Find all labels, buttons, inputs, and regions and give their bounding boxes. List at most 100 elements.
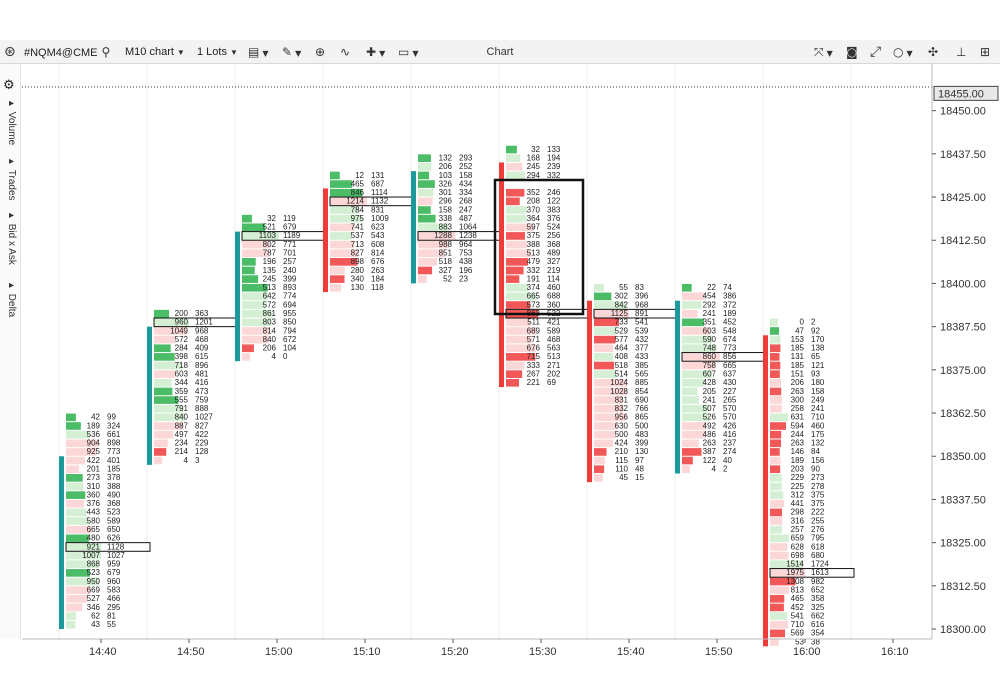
volume-bar xyxy=(770,353,780,361)
volume-bar xyxy=(66,422,81,430)
volume-bar xyxy=(682,318,705,327)
footprint-chart[interactable]: 42 99189 324536 661904 898925 773422 401201 185… xyxy=(22,64,1000,664)
volume-bar xyxy=(682,292,705,301)
ask-volume: 278 xyxy=(811,482,825,491)
volume-bar xyxy=(770,594,785,603)
timeframe-dropdown[interactable]: M10 chart ▼ xyxy=(125,40,185,64)
bid-volume: 203 xyxy=(791,465,805,474)
bid-volume: 4 xyxy=(184,456,189,465)
ask-volume: 83 xyxy=(635,283,644,292)
volume-bar xyxy=(242,353,251,361)
camera-icon[interactable]: ◙ xyxy=(846,40,858,64)
cursor-mode-icon[interactable]: ⤧ ▼ xyxy=(814,40,833,64)
bid-volume: 316 xyxy=(791,516,805,525)
ask-volume: 185 xyxy=(107,465,121,474)
volume-bar xyxy=(418,197,433,206)
ask-volume: 399 xyxy=(283,274,297,283)
volume-bar xyxy=(418,162,432,171)
link-icon[interactable]: ⊛ xyxy=(4,40,16,64)
bid-volume: 898 xyxy=(351,257,365,266)
candle-body xyxy=(763,335,768,647)
ask-volume: 368 xyxy=(547,240,561,249)
indicators-icon[interactable]: ∿ xyxy=(340,40,350,64)
symbol-selector[interactable]: #NQM4@CME ⚲ xyxy=(24,40,110,64)
price-tick-label: 18325.00 xyxy=(940,538,986,550)
volume-bar xyxy=(506,378,520,387)
zoom-icon[interactable]: ⊕ xyxy=(315,40,325,64)
volume-bar xyxy=(770,378,781,387)
dock-icon[interactable]: ⊞ xyxy=(980,40,990,64)
fullscreen-icon[interactable]: ⤢ xyxy=(870,40,881,64)
bid-volume: 298 xyxy=(791,508,805,517)
volume-bar xyxy=(66,612,76,620)
search-icon[interactable]: ⚲ xyxy=(102,45,111,59)
volume-bar xyxy=(770,603,784,612)
bid-volume: 388 xyxy=(527,240,541,249)
time-tick-label: 14:50 xyxy=(177,646,205,658)
volume-bar xyxy=(770,620,789,629)
time-tick-label: 15:20 xyxy=(441,646,469,658)
time-tick-label: 15:50 xyxy=(705,646,733,658)
lots-dropdown[interactable]: 1 Lots ▼ xyxy=(197,40,238,64)
volume-bar xyxy=(154,344,171,353)
tab-volume-label: Volume xyxy=(6,111,17,146)
price-tick-label: 18400.00 xyxy=(940,278,986,290)
volume-bar xyxy=(770,551,789,560)
candle-body xyxy=(147,326,152,465)
volume-bar xyxy=(506,266,524,275)
volume-bar xyxy=(154,309,170,318)
volume-bar xyxy=(418,180,435,188)
ask-volume: 701 xyxy=(283,249,297,258)
price-tick-label: 18450.00 xyxy=(940,106,986,118)
bid-volume: 191 xyxy=(527,274,541,283)
ask-volume: 490 xyxy=(107,490,121,499)
tab-volume[interactable]: ▸ Volume xyxy=(3,98,17,145)
tab-trades[interactable]: ▸ Trades xyxy=(3,156,17,201)
volume-bar xyxy=(594,335,616,344)
crosshair-icon[interactable]: ✚ ▼ xyxy=(366,40,385,64)
bid-volume: 443 xyxy=(87,508,101,517)
bid-volume: 115 xyxy=(615,456,628,465)
pencil-icon[interactable]: ✎ ▼ xyxy=(282,40,301,64)
time-tick-label: 15:00 xyxy=(265,646,293,658)
volume-bar xyxy=(66,482,84,491)
pin-icon[interactable]: ⊥ xyxy=(956,40,966,64)
gear-icon[interactable]: ⚙ xyxy=(3,78,15,93)
volume-bar xyxy=(154,370,176,378)
chevron-down-icon: ▼ xyxy=(229,48,238,57)
template-icon[interactable]: ▭ ▼ xyxy=(398,40,419,64)
color-picker-icon[interactable]: ○ ▼ xyxy=(893,40,913,64)
price-axis: 18455.00 18450.00 18437.50 18425.00 18412.50… xyxy=(931,64,1000,664)
ask-volume: 273 xyxy=(811,473,825,482)
ask-volume: 360 xyxy=(547,300,561,309)
tab-delta-label: Delta xyxy=(6,293,17,318)
volume-bar xyxy=(770,612,788,620)
volume-bar xyxy=(418,171,430,180)
ask-volume: 74 xyxy=(723,283,732,292)
volume-bar xyxy=(770,482,782,491)
tab-bid-ask[interactable]: ▸ Bid x Ask xyxy=(3,210,17,265)
ask-volume: 964 xyxy=(459,240,473,249)
bid-volume: 22 xyxy=(707,283,716,292)
candle-body xyxy=(675,300,680,474)
candle-body xyxy=(323,188,328,293)
volume-bar xyxy=(770,517,783,525)
bid-volume: 201 xyxy=(87,465,101,474)
settings-tool-icon[interactable]: ✣ xyxy=(928,40,938,64)
ask-volume: 23 xyxy=(459,274,468,283)
volume-bar xyxy=(506,232,525,240)
tab-delta[interactable]: ▸ Delta xyxy=(3,280,17,317)
volume-bar xyxy=(770,396,783,404)
ask-volume: 240 xyxy=(283,266,297,275)
bid-volume: 925 xyxy=(87,447,101,456)
ask-volume: 256 xyxy=(547,231,561,240)
volume-bar xyxy=(506,283,529,292)
volume-bar xyxy=(330,275,345,283)
ask-volume: 263 xyxy=(371,266,385,275)
bid-volume: 122 xyxy=(703,456,717,465)
volume-bar xyxy=(770,370,780,378)
ask-volume: 118 xyxy=(371,283,384,292)
bid-volume: 4 xyxy=(272,352,277,361)
volume-bar xyxy=(154,448,167,456)
chart-type-icon[interactable]: ▤ ▼ xyxy=(248,40,269,64)
